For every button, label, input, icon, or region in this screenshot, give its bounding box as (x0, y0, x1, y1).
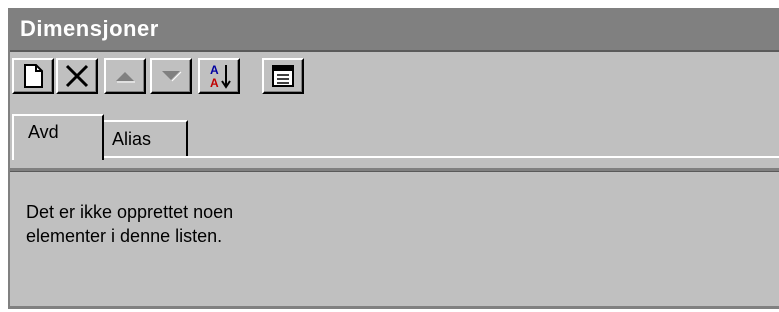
tab-avd[interactable]: Avd (12, 114, 104, 160)
window-title: Dimensjoner (20, 16, 159, 41)
move-down-button[interactable] (150, 58, 192, 94)
panel-bottom-edge (8, 306, 779, 309)
new-document-icon (24, 64, 43, 88)
svg-text:A: A (210, 63, 219, 77)
move-down-icon (162, 71, 182, 82)
tab-avd-label: Avd (28, 122, 59, 142)
new-button[interactable] (12, 58, 54, 94)
tab-strip: Avd Alias (12, 114, 779, 160)
properties-button[interactable] (262, 58, 304, 94)
delete-x-icon (65, 64, 89, 88)
move-up-button[interactable] (104, 58, 146, 94)
delete-button[interactable] (56, 58, 98, 94)
tab-baseline (12, 156, 779, 158)
empty-list-line-1: Det er ikke opprettet noen (26, 202, 234, 222)
tab-alias-label: Alias (112, 129, 152, 149)
tab-alias[interactable]: Alias (104, 120, 188, 156)
empty-list-message: Det er ikke opprettet noen elementer i d… (26, 200, 233, 248)
sort-button[interactable]: A A (198, 58, 240, 94)
properties-icon (272, 65, 294, 87)
title-bar: Dimensjoner (10, 8, 779, 52)
empty-list-line-2: elementer i denne listen. (26, 226, 223, 246)
content-separator (10, 168, 779, 172)
sort-az-icon: A A (210, 63, 231, 90)
dimensjoner-panel: Dimensjoner A A Avd Alias Det er ikke op… (8, 8, 779, 308)
svg-text:A: A (210, 76, 219, 90)
move-up-icon (116, 72, 135, 83)
